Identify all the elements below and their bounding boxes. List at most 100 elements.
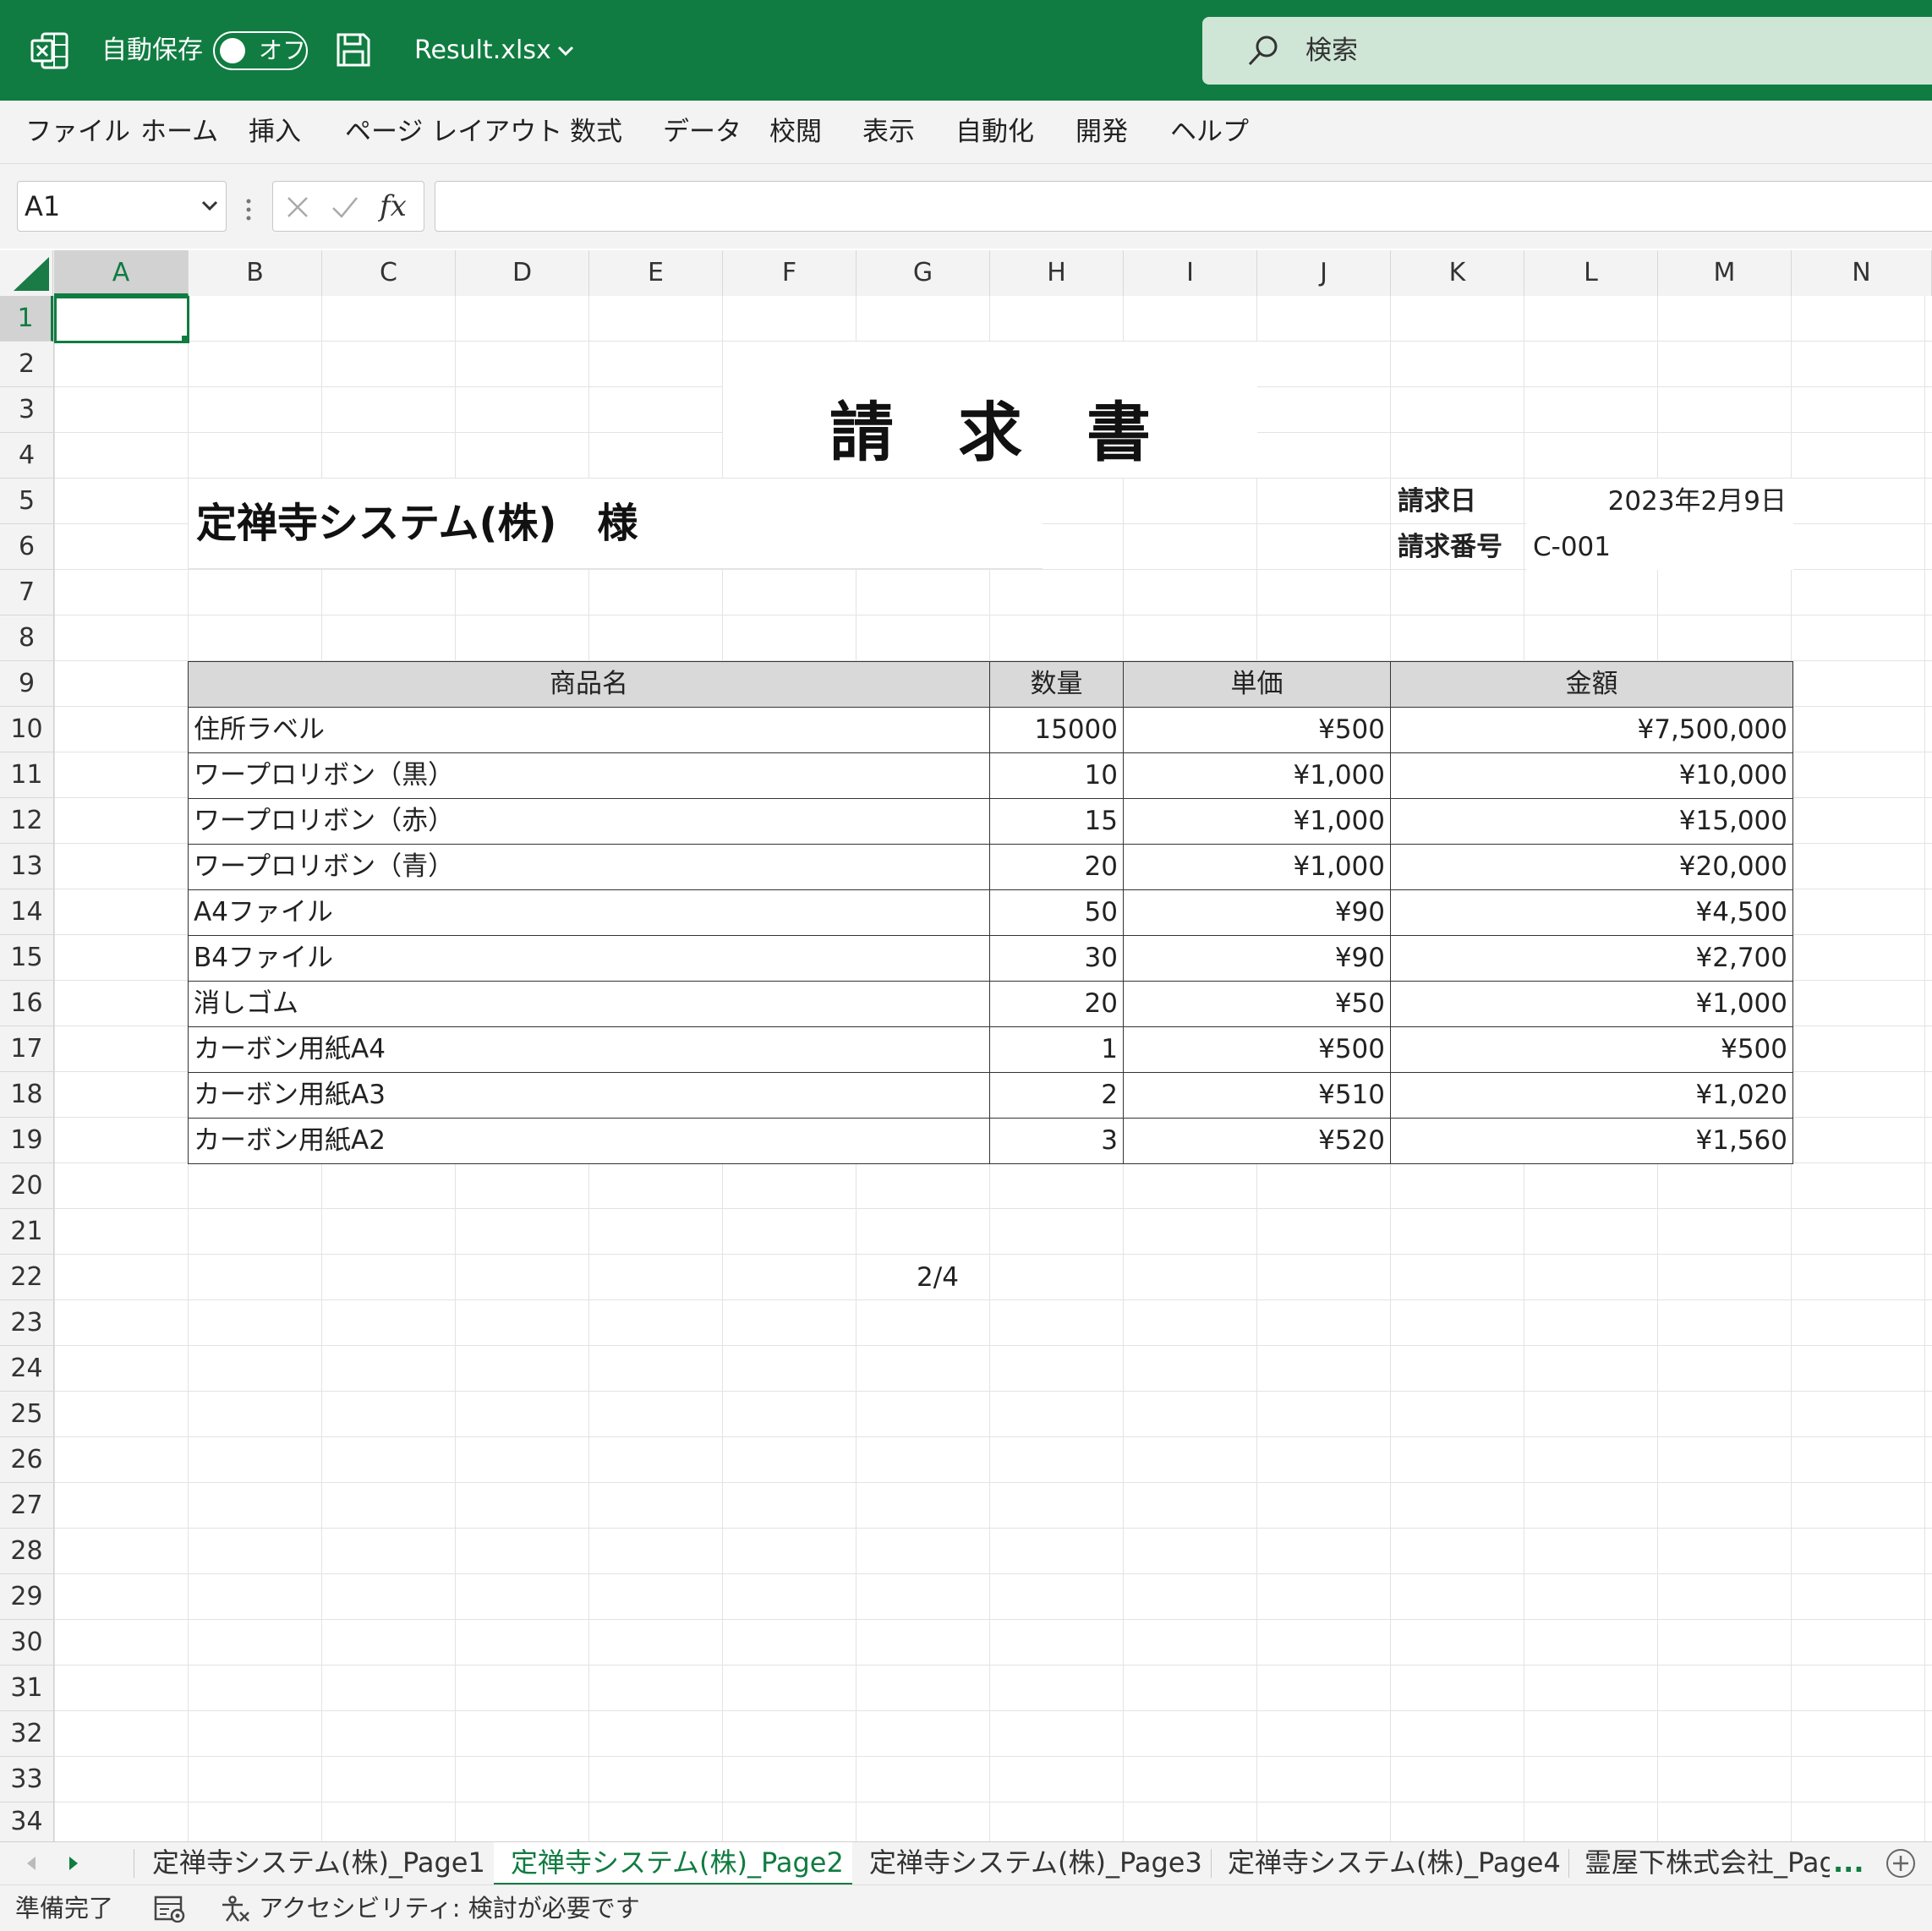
row-header[interactable]: 14 xyxy=(0,889,53,935)
add-sheet-icon[interactable] xyxy=(1885,1848,1916,1879)
row-header[interactable]: 2 xyxy=(0,342,53,387)
formula-input[interactable] xyxy=(435,181,1932,232)
table-cell-amount[interactable]: ¥2,700 xyxy=(1391,936,1793,982)
more-tabs-button[interactable]: ... xyxy=(1833,1842,1864,1885)
column-header-K[interactable]: K xyxy=(1391,250,1524,296)
sheet-tab-page1[interactable]: 定禅寺システム(株)_Page1 xyxy=(152,1842,485,1885)
column-header-B[interactable]: B xyxy=(189,250,322,296)
accessibility-status[interactable]: アクセシビリティ: 検討が必要です xyxy=(259,1885,640,1931)
column-header-I[interactable]: I xyxy=(1124,250,1257,296)
accessibility-icon[interactable] xyxy=(220,1895,250,1923)
autosave-toggle[interactable]: オフ xyxy=(213,31,308,70)
column-header-N[interactable]: N xyxy=(1792,250,1932,296)
column-header-L[interactable]: L xyxy=(1524,250,1658,296)
table-cell-amount[interactable]: ¥20,000 xyxy=(1391,845,1793,890)
table-cell-qty[interactable]: 15 xyxy=(990,799,1124,845)
menu-developer[interactable]: 開発 xyxy=(1075,101,1128,163)
column-header-D[interactable]: D xyxy=(456,250,589,296)
row-header[interactable]: 33 xyxy=(0,1757,53,1802)
row-header[interactable]: 1 xyxy=(0,296,53,342)
row-header[interactable]: 3 xyxy=(0,387,53,433)
menu-data[interactable]: データ xyxy=(663,101,742,163)
table-cell-unit-price[interactable]: ¥500 xyxy=(1124,1027,1391,1073)
row-header[interactable]: 18 xyxy=(0,1072,53,1118)
menu-automate[interactable]: 自動化 xyxy=(955,101,1034,163)
table-cell-unit-price[interactable]: ¥90 xyxy=(1124,890,1391,936)
scroll-left-icon[interactable] xyxy=(25,1856,37,1871)
menu-review[interactable]: 校閲 xyxy=(769,101,822,163)
sheet-tab-next-company[interactable]: 霊屋下株式会社_Pag xyxy=(1584,1842,1830,1885)
row-header[interactable]: 8 xyxy=(0,615,53,661)
table-cell-amount[interactable]: ¥4,500 xyxy=(1391,890,1793,936)
row-header[interactable]: 20 xyxy=(0,1163,53,1209)
menu-page-layout[interactable]: ページ レイアウト xyxy=(345,101,562,163)
table-cell-product[interactable]: 消しゴム xyxy=(189,982,990,1027)
table-cell-product[interactable]: B4ファイル xyxy=(189,936,990,982)
row-header[interactable]: 24 xyxy=(0,1346,53,1392)
row-header[interactable]: 19 xyxy=(0,1118,53,1163)
table-cell-qty[interactable]: 1 xyxy=(990,1027,1124,1073)
row-header[interactable]: 34 xyxy=(0,1802,53,1841)
table-cell-amount[interactable]: ¥7,500,000 xyxy=(1391,708,1793,753)
chevron-down-icon[interactable] xyxy=(200,199,219,212)
sheet-tab-page3[interactable]: 定禅寺システム(株)_Page3 xyxy=(869,1842,1202,1885)
select-all-button[interactable] xyxy=(0,250,53,296)
table-cell-qty[interactable]: 15000 xyxy=(990,708,1124,753)
row-header[interactable]: 17 xyxy=(0,1026,53,1072)
worksheet-grid[interactable]: 請 求 書 定禅寺システム(株) 様 請求日 2023年2月9日 請求番号 C-… xyxy=(54,296,1932,1841)
fill-handle[interactable] xyxy=(182,336,187,341)
menu-help[interactable]: ヘルプ xyxy=(1170,101,1249,163)
chevron-down-icon[interactable] xyxy=(556,44,575,57)
column-header-A[interactable]: A xyxy=(54,250,189,296)
search-box[interactable]: 検索 xyxy=(1202,17,1932,85)
insert-function-icon[interactable]: fx xyxy=(380,182,407,231)
enter-icon[interactable] xyxy=(331,194,359,220)
row-header[interactable]: 30 xyxy=(0,1620,53,1666)
row-header[interactable]: 26 xyxy=(0,1437,53,1483)
menu-home[interactable]: ホーム xyxy=(140,101,218,163)
table-cell-qty[interactable]: 30 xyxy=(990,936,1124,982)
column-header-H[interactable]: H xyxy=(990,250,1124,296)
table-cell-qty[interactable]: 10 xyxy=(990,753,1124,799)
table-cell-amount[interactable]: ¥1,020 xyxy=(1391,1073,1793,1119)
row-header[interactable]: 15 xyxy=(0,935,53,981)
column-header-C[interactable]: C xyxy=(322,250,456,296)
table-cell-product[interactable]: 住所ラベル xyxy=(189,708,990,753)
column-header-F[interactable]: F xyxy=(723,250,857,296)
table-cell-product[interactable]: ワープロリボン（赤） xyxy=(189,799,990,845)
table-cell-product[interactable]: ワープロリボン（青） xyxy=(189,845,990,890)
row-header[interactable]: 7 xyxy=(0,570,53,615)
menu-formulas[interactable]: 数式 xyxy=(570,101,622,163)
column-header-G[interactable]: G xyxy=(857,250,990,296)
row-header[interactable]: 23 xyxy=(0,1300,53,1346)
table-cell-amount[interactable]: ¥10,000 xyxy=(1391,753,1793,799)
row-header[interactable]: 16 xyxy=(0,981,53,1026)
menu-view[interactable]: 表示 xyxy=(862,101,915,163)
table-cell-amount[interactable]: ¥15,000 xyxy=(1391,799,1793,845)
table-cell-unit-price[interactable]: ¥50 xyxy=(1124,982,1391,1027)
row-header[interactable]: 31 xyxy=(0,1666,53,1711)
table-cell-product[interactable]: ワープロリボン（黒） xyxy=(189,753,990,799)
row-header[interactable]: 21 xyxy=(0,1209,53,1255)
menu-insert[interactable]: 挿入 xyxy=(249,101,301,163)
table-cell-amount[interactable]: ¥1,560 xyxy=(1391,1119,1793,1164)
cell-A1-selected[interactable] xyxy=(54,296,189,343)
table-cell-unit-price[interactable]: ¥1,000 xyxy=(1124,753,1391,799)
scroll-right-icon[interactable] xyxy=(68,1856,79,1871)
row-header[interactable]: 10 xyxy=(0,707,53,752)
table-cell-unit-price[interactable]: ¥510 xyxy=(1124,1073,1391,1119)
table-cell-unit-price[interactable]: ¥1,000 xyxy=(1124,799,1391,845)
row-header[interactable]: 13 xyxy=(0,844,53,889)
row-header[interactable]: 22 xyxy=(0,1255,53,1300)
row-header[interactable]: 4 xyxy=(0,433,53,479)
table-cell-qty[interactable]: 20 xyxy=(990,982,1124,1027)
sheet-tab-page4[interactable]: 定禅寺システム(株)_Page4 xyxy=(1228,1842,1561,1885)
row-header[interactable]: 25 xyxy=(0,1392,53,1437)
table-cell-unit-price[interactable]: ¥500 xyxy=(1124,708,1391,753)
table-cell-qty[interactable]: 2 xyxy=(990,1073,1124,1119)
cancel-icon[interactable] xyxy=(285,194,310,220)
table-cell-unit-price[interactable]: ¥520 xyxy=(1124,1119,1391,1164)
column-header-J[interactable]: J xyxy=(1257,250,1391,296)
row-header[interactable]: 6 xyxy=(0,524,53,570)
row-header[interactable]: 28 xyxy=(0,1529,53,1574)
